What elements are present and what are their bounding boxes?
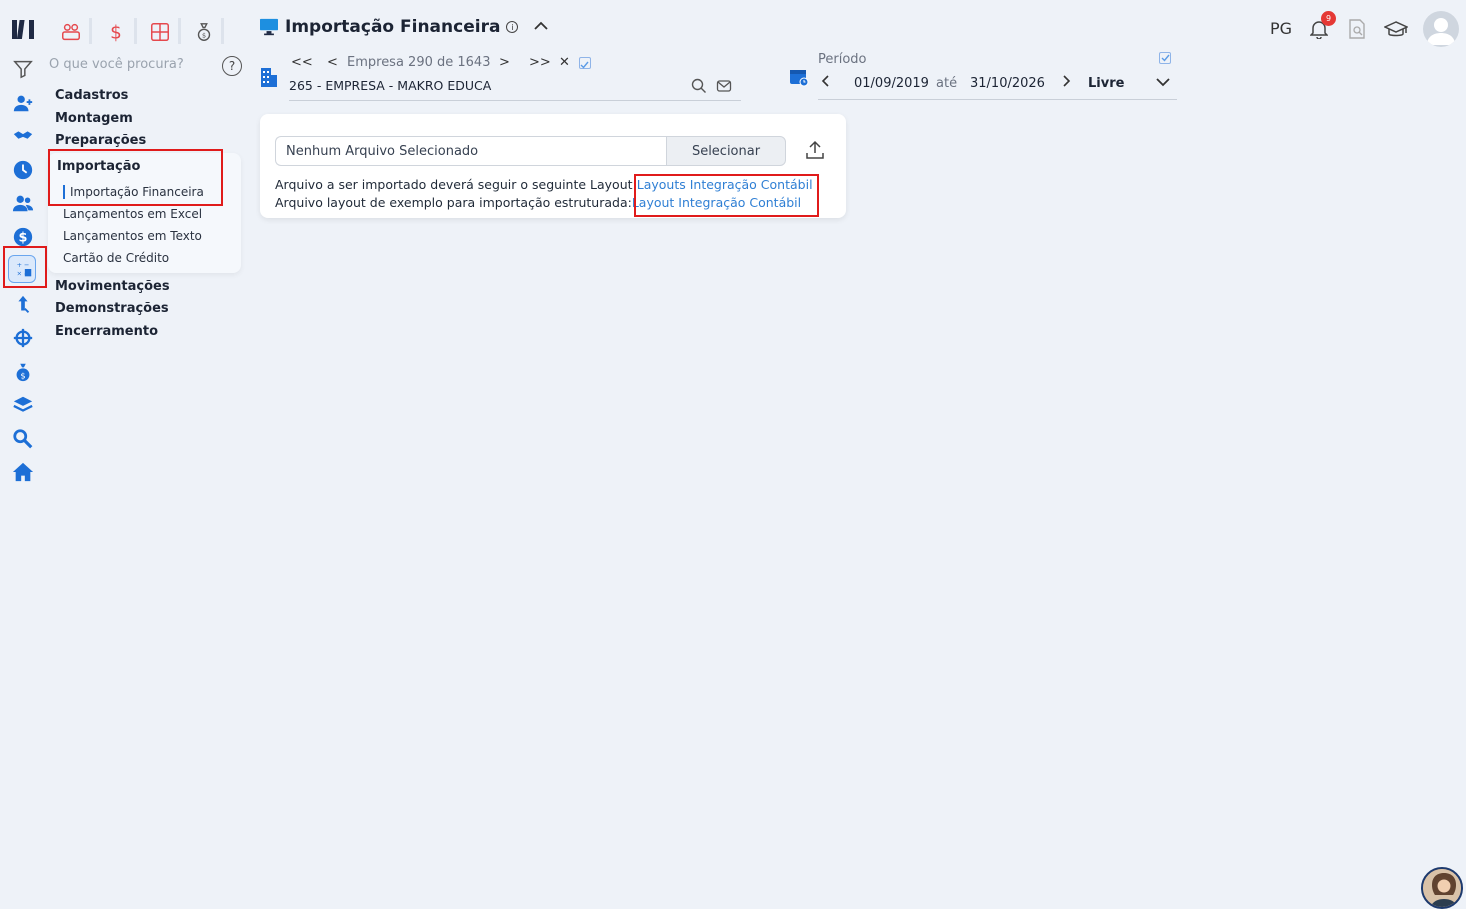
mail-icon[interactable] <box>716 78 732 98</box>
select-file-button[interactable]: Selecionar <box>666 136 786 166</box>
next-empresa-button[interactable]: > <box>499 55 525 70</box>
empresa-navigator: << < Empresa 290 de 1643 > >> ✕ <box>291 55 591 70</box>
page-header: Importação Financeira i <box>259 17 549 37</box>
layout-info-text-2: Arquivo layout de exemplo para importaçã… <box>275 195 632 210</box>
page-title: Importação Financeira <box>285 17 501 37</box>
filter-icon[interactable] <box>10 56 36 82</box>
empresa-checkbox[interactable] <box>579 56 591 69</box>
fav-separator <box>178 18 181 44</box>
periodo-underline <box>818 99 1177 100</box>
monitor-icon <box>260 18 278 36</box>
fav-separator <box>89 18 92 44</box>
clear-empresa-button[interactable]: ✕ <box>559 55 579 70</box>
search-company-icon[interactable] <box>691 78 707 98</box>
user-initials[interactable]: PG <box>1270 19 1292 38</box>
rail-highlight-box <box>3 246 47 288</box>
menu-section-encerramento[interactable]: Encerramento <box>55 324 158 339</box>
menu-section-preparacoes[interactable]: Preparações <box>55 133 146 148</box>
upload-icon[interactable] <box>805 140 825 164</box>
submenu-item-lancamentos-excel[interactable]: Lançamentos em Excel <box>63 207 202 221</box>
menu-section-cadastros[interactable]: Cadastros <box>55 88 128 103</box>
periodo-checkbox[interactable] <box>1159 52 1171 64</box>
search-icon[interactable] <box>10 426 36 452</box>
assistant-avatar[interactable] <box>1421 867 1463 909</box>
periodo-prev-icon[interactable] <box>820 75 854 91</box>
last-empresa-button[interactable]: >> <box>529 55 555 70</box>
periodo-separator: até <box>936 75 958 91</box>
favorite-calculator-icon[interactable] <box>148 20 172 44</box>
layout-info-text-1: Arquivo a ser importado deverá seguir o … <box>275 177 637 192</box>
file-name-field[interactable]: Nenhum Arquivo Selecionado <box>275 136 667 166</box>
svg-text:$: $ <box>19 231 28 246</box>
periodo-row: 01/09/2019 até 31/10/2026 Livre <box>820 75 1170 91</box>
user-add-icon[interactable] <box>10 90 36 116</box>
menu-search-input[interactable]: O que você procura? <box>49 57 184 72</box>
menu-section-movimentacoes[interactable]: Movimentações <box>55 279 170 294</box>
graduation-cap-icon[interactable] <box>1383 20 1409 44</box>
svg-text:$: $ <box>110 22 122 43</box>
favorite-dollar-icon[interactable]: $ <box>104 20 128 44</box>
prev-empresa-button[interactable]: < <box>327 55 347 70</box>
info-icon[interactable]: i <box>506 21 519 33</box>
submenu-item-lancamentos-texto[interactable]: Lançamentos em Texto <box>63 229 202 243</box>
svg-text:$: $ <box>202 32 206 40</box>
favorite-money-bag-icon[interactable]: $ <box>192 20 216 44</box>
avatar[interactable] <box>1423 11 1459 47</box>
chevron-up-icon[interactable] <box>534 19 549 35</box>
menu-section-demonstracoes[interactable]: Demonstrações <box>55 301 169 316</box>
empresa-position: Empresa 290 de 1643 <box>347 55 491 70</box>
left-rail: $ + − × = $ <box>0 0 47 909</box>
favorite-people-icon[interactable] <box>59 20 83 44</box>
notification-badge: 9 <box>1321 11 1336 26</box>
periodo-label: Período <box>818 52 867 67</box>
clock-icon[interactable] <box>10 157 36 183</box>
periodo-next-icon[interactable] <box>1062 75 1088 91</box>
menu-highlight-box <box>48 149 223 206</box>
calendar-icon <box>789 67 809 91</box>
document-search-icon[interactable] <box>1348 19 1366 43</box>
periodo-start-date[interactable]: 01/09/2019 <box>854 76 936 91</box>
fav-separator <box>134 18 137 44</box>
chevron-down-icon[interactable] <box>1156 76 1170 91</box>
app-logo[interactable] <box>11 17 37 47</box>
building-icon <box>260 66 278 92</box>
network-icon[interactable] <box>10 325 36 351</box>
fav-separator <box>221 18 224 44</box>
links-highlight-box <box>634 174 819 217</box>
periodo-end-date[interactable]: 31/10/2026 <box>970 76 1062 91</box>
money-bag-icon[interactable]: $ <box>10 359 36 385</box>
users-icon[interactable] <box>10 190 36 216</box>
layers-icon[interactable] <box>10 392 36 418</box>
submenu-item-cartao-credito[interactable]: Cartão de Crédito <box>63 251 169 265</box>
svg-text:$: $ <box>20 370 25 380</box>
periodo-mode[interactable]: Livre <box>1088 76 1156 91</box>
menu-section-montagem[interactable]: Montagem <box>55 111 133 126</box>
handshake-icon[interactable] <box>10 123 36 149</box>
chart-up-icon[interactable] <box>10 292 36 318</box>
selected-company[interactable]: 265 - EMPRESA - MAKRO EDUCA <box>289 78 491 93</box>
home-icon[interactable] <box>10 459 36 485</box>
company-field-underline <box>289 100 741 101</box>
first-empresa-button[interactable]: << <box>291 55 315 70</box>
help-icon[interactable]: ? <box>222 56 242 76</box>
